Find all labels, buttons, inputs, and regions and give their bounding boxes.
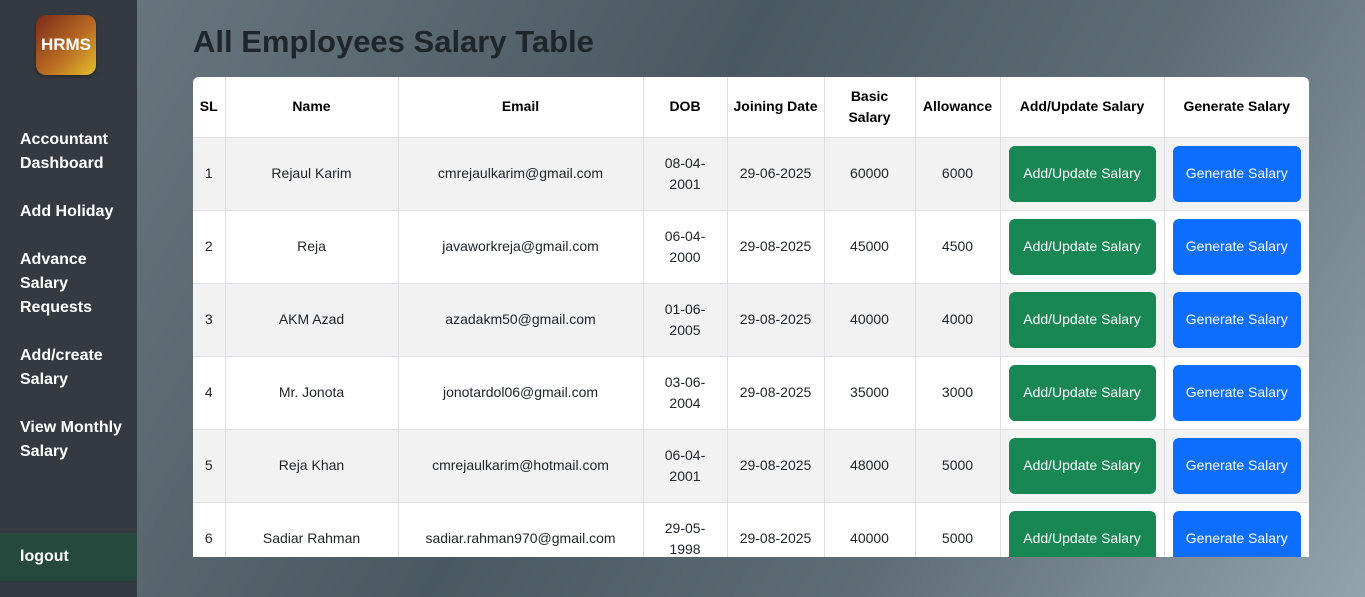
cell-add-update: Add/Update Salary (1000, 137, 1165, 211)
header-name: Name (225, 77, 399, 138)
cell-email: azadakm50@gmail.com (398, 283, 644, 357)
cell-joining-date: 29-08-2025 (727, 356, 825, 430)
add-update-salary-button[interactable]: Add/Update Salary (1008, 510, 1156, 557)
table-header-row: SL Name Email DOB Joining Date Basic Sal… (193, 77, 1309, 138)
cell-dob: 06-04-2000 (643, 210, 728, 284)
cell-name: Rejaul Karim (225, 137, 399, 211)
cell-basic-salary: 60000 (824, 137, 916, 211)
cell-generate: Generate Salary (1164, 283, 1309, 357)
generate-salary-button[interactable]: Generate Salary (1172, 291, 1301, 348)
cell-allowance: 6000 (915, 137, 1001, 211)
cell-allowance: 5000 (915, 429, 1001, 503)
header-add-update-salary: Add/Update Salary (1000, 77, 1165, 138)
cell-basic-salary: 45000 (824, 210, 916, 284)
cell-name: Sadiar Rahman (225, 502, 399, 557)
header-sl: SL (193, 77, 226, 138)
header-allowance: Allowance (915, 77, 1001, 138)
sidebar-item-add-create-salary[interactable]: Add/create Salary (20, 344, 132, 392)
cell-sl: 4 (193, 356, 226, 430)
header-email: Email (398, 77, 644, 138)
add-update-salary-button[interactable]: Add/Update Salary (1008, 218, 1156, 275)
header-generate-salary: Generate Salary (1164, 77, 1309, 138)
cell-add-update: Add/Update Salary (1000, 210, 1165, 284)
add-update-salary-button[interactable]: Add/Update Salary (1008, 364, 1156, 421)
cell-name: Mr. Jonota (225, 356, 399, 430)
cell-email: cmrejaulkarim@hotmail.com (398, 429, 644, 503)
cell-allowance: 5000 (915, 502, 1001, 557)
header-dob: DOB (643, 77, 728, 138)
cell-allowance: 4000 (915, 283, 1001, 357)
sidebar-item-advance-salary-requests[interactable]: Advance Salary Requests (20, 248, 132, 320)
table-row: 3 AKM Azad azadakm50@gmail.com 01-06-200… (193, 283, 1309, 357)
cell-sl: 1 (193, 137, 226, 211)
cell-add-update: Add/Update Salary (1000, 356, 1165, 430)
logout-button[interactable]: logout (0, 533, 137, 581)
table-row: 6 Sadiar Rahman sadiar.rahman970@gmail.c… (193, 502, 1309, 557)
cell-joining-date: 29-08-2025 (727, 429, 825, 503)
header-basic-salary: Basic Salary (824, 77, 916, 138)
cell-sl: 3 (193, 283, 226, 357)
cell-add-update: Add/Update Salary (1000, 502, 1165, 557)
generate-salary-button[interactable]: Generate Salary (1172, 364, 1301, 421)
cell-sl: 6 (193, 502, 226, 557)
add-update-salary-button[interactable]: Add/Update Salary (1008, 145, 1156, 202)
sidebar-item-view-monthly-salary[interactable]: View Monthly Salary (20, 416, 132, 464)
app-logo[interactable]: HRMS (36, 15, 96, 75)
cell-generate: Generate Salary (1164, 356, 1309, 430)
page-title: All Employees Salary Table (193, 24, 594, 59)
cell-generate: Generate Salary (1164, 429, 1309, 503)
cell-email: javaworkreja@gmail.com (398, 210, 644, 284)
cell-basic-salary: 40000 (824, 283, 916, 357)
table-row: 4 Mr. Jonota jonotardol06@gmail.com 03-0… (193, 356, 1309, 430)
cell-name: Reja Khan (225, 429, 399, 503)
add-update-salary-button[interactable]: Add/Update Salary (1008, 291, 1156, 348)
cell-basic-salary: 35000 (824, 356, 916, 430)
generate-salary-button[interactable]: Generate Salary (1172, 510, 1301, 557)
cell-email: cmrejaulkarim@gmail.com (398, 137, 644, 211)
cell-dob: 06-04-2001 (643, 429, 728, 503)
cell-dob: 01-06-2005 (643, 283, 728, 357)
cell-generate: Generate Salary (1164, 210, 1309, 284)
cell-name: Reja (225, 210, 399, 284)
cell-basic-salary: 48000 (824, 429, 916, 503)
header-joining-date: Joining Date (727, 77, 825, 138)
cell-email: jonotardol06@gmail.com (398, 356, 644, 430)
table-row: 5 Reja Khan cmrejaulkarim@hotmail.com 06… (193, 429, 1309, 503)
cell-dob: 03-06-2004 (643, 356, 728, 430)
cell-sl: 2 (193, 210, 226, 284)
generate-salary-button[interactable]: Generate Salary (1172, 437, 1301, 494)
cell-sl: 5 (193, 429, 226, 503)
salary-table: SL Name Email DOB Joining Date Basic Sal… (193, 77, 1309, 557)
cell-add-update: Add/Update Salary (1000, 429, 1165, 503)
cell-allowance: 4500 (915, 210, 1001, 284)
cell-add-update: Add/Update Salary (1000, 283, 1165, 357)
cell-joining-date: 29-08-2025 (727, 502, 825, 557)
cell-dob: 29-05-1998 (643, 502, 728, 557)
sidebar-nav: Accountant Dashboard Add Holiday Advance… (20, 128, 132, 488)
cell-joining-date: 29-08-2025 (727, 210, 825, 284)
cell-generate: Generate Salary (1164, 502, 1309, 557)
sidebar-item-add-holiday[interactable]: Add Holiday (20, 200, 132, 224)
cell-email: sadiar.rahman970@gmail.com (398, 502, 644, 557)
salary-table-container[interactable]: SL Name Email DOB Joining Date Basic Sal… (193, 77, 1309, 557)
cell-joining-date: 29-06-2025 (727, 137, 825, 211)
cell-dob: 08-04-2001 (643, 137, 728, 211)
cell-allowance: 3000 (915, 356, 1001, 430)
table-row: 1 Rejaul Karim cmrejaulkarim@gmail.com 0… (193, 137, 1309, 211)
cell-basic-salary: 40000 (824, 502, 916, 557)
add-update-salary-button[interactable]: Add/Update Salary (1008, 437, 1156, 494)
table-row: 2 Reja javaworkreja@gmail.com 06-04-2000… (193, 210, 1309, 284)
generate-salary-button[interactable]: Generate Salary (1172, 218, 1301, 275)
sidebar: HRMS Accountant Dashboard Add Holiday Ad… (0, 0, 137, 597)
generate-salary-button[interactable]: Generate Salary (1172, 145, 1301, 202)
cell-name: AKM Azad (225, 283, 399, 357)
cell-generate: Generate Salary (1164, 137, 1309, 211)
cell-joining-date: 29-08-2025 (727, 283, 825, 357)
sidebar-item-accountant-dashboard[interactable]: Accountant Dashboard (20, 128, 132, 176)
